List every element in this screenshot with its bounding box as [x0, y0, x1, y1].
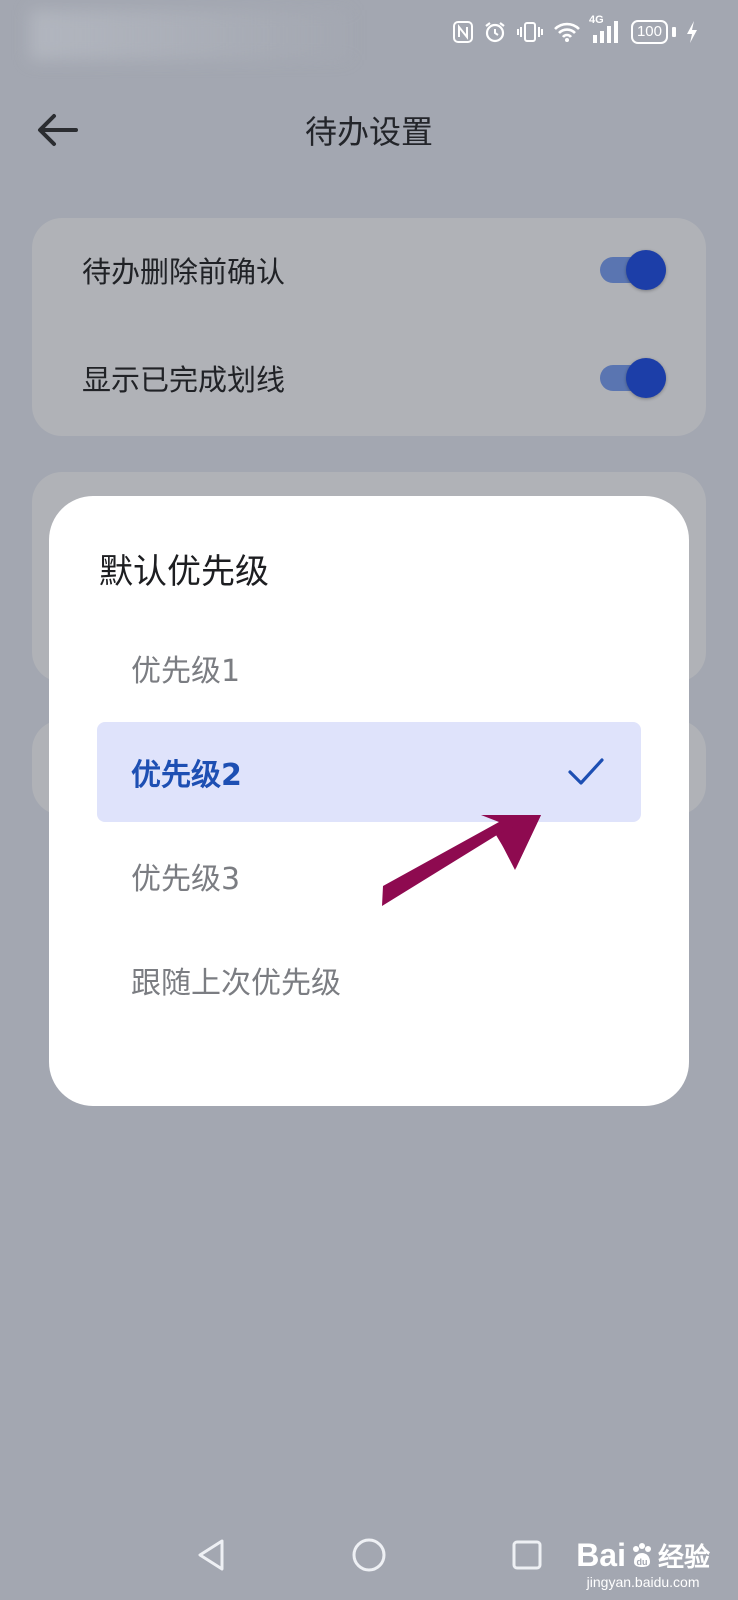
top-app-bar: 待办设置 [0, 95, 738, 165]
watermark-brand: Bai [576, 1537, 626, 1573]
battery-icon: 100 [630, 20, 676, 44]
status-bar: 4G 100 [0, 0, 738, 70]
home-circle-icon [352, 1538, 386, 1572]
option-label: 跟随上次优先级 [131, 966, 341, 1001]
status-icons: 4G 100 [452, 14, 698, 44]
option-label: 优先级2 [131, 758, 242, 793]
wifi-icon [553, 21, 581, 43]
setting-label: 显示已完成划线 [82, 363, 286, 397]
watermark-brand-suffix: 经验 [657, 1542, 710, 1572]
network-type-label: 4G [588, 14, 604, 26]
settings-card: 待办删除前确认 显示已完成划线 [32, 218, 706, 436]
navigation-bar: Bai du 经验 jingyan.baidu.com [0, 1510, 738, 1600]
signal-icon: 4G [589, 14, 621, 44]
priority-option-1[interactable]: 优先级1 [97, 618, 641, 718]
priority-option-2[interactable]: 优先级2 [97, 722, 641, 822]
setting-row-delete-confirm[interactable]: 待办删除前确认 [82, 240, 666, 300]
nav-home-button[interactable] [344, 1530, 394, 1580]
alarm-icon [483, 20, 507, 44]
nfc-icon [452, 20, 473, 44]
watermark-logo: Bai du 经验 [576, 1537, 710, 1574]
svg-text:du: du [636, 1557, 647, 1567]
check-icon [568, 758, 604, 785]
priority-option-3[interactable]: 优先级3 [97, 826, 641, 926]
dialog-title: 默认优先级 [99, 552, 269, 592]
strikethrough-toggle[interactable] [600, 358, 666, 398]
recents-square-icon [512, 1540, 542, 1570]
paw-icon: du [632, 1542, 651, 1567]
setting-row-strikethrough[interactable]: 显示已完成划线 [82, 348, 666, 408]
delete-confirm-toggle[interactable] [600, 250, 666, 290]
vibrate-icon [516, 20, 543, 44]
charging-icon [686, 20, 698, 44]
baidu-jingyan-watermark: Bai du 经验 jingyan.baidu.com [576, 1537, 710, 1590]
battery-level: 100 [630, 20, 668, 44]
back-triangle-icon [198, 1539, 224, 1571]
nav-recents-button[interactable] [502, 1530, 552, 1580]
option-label: 优先级3 [131, 862, 241, 897]
priority-dialog: 默认优先级 优先级1 优先级2 优先级3 跟随上次优先级 [49, 496, 689, 1106]
nav-back-button[interactable] [186, 1530, 236, 1580]
toggle-knob [626, 250, 666, 290]
option-label: 优先级1 [131, 654, 241, 689]
setting-label: 待办删除前确认 [82, 255, 286, 289]
priority-option-follow-last[interactable]: 跟随上次优先级 [97, 930, 641, 1030]
watermark-url: jingyan.baidu.com [586, 1574, 700, 1590]
page-title: 待办设置 [304, 113, 433, 151]
toggle-knob [626, 358, 666, 398]
status-bar-blurred-area [30, 10, 350, 60]
